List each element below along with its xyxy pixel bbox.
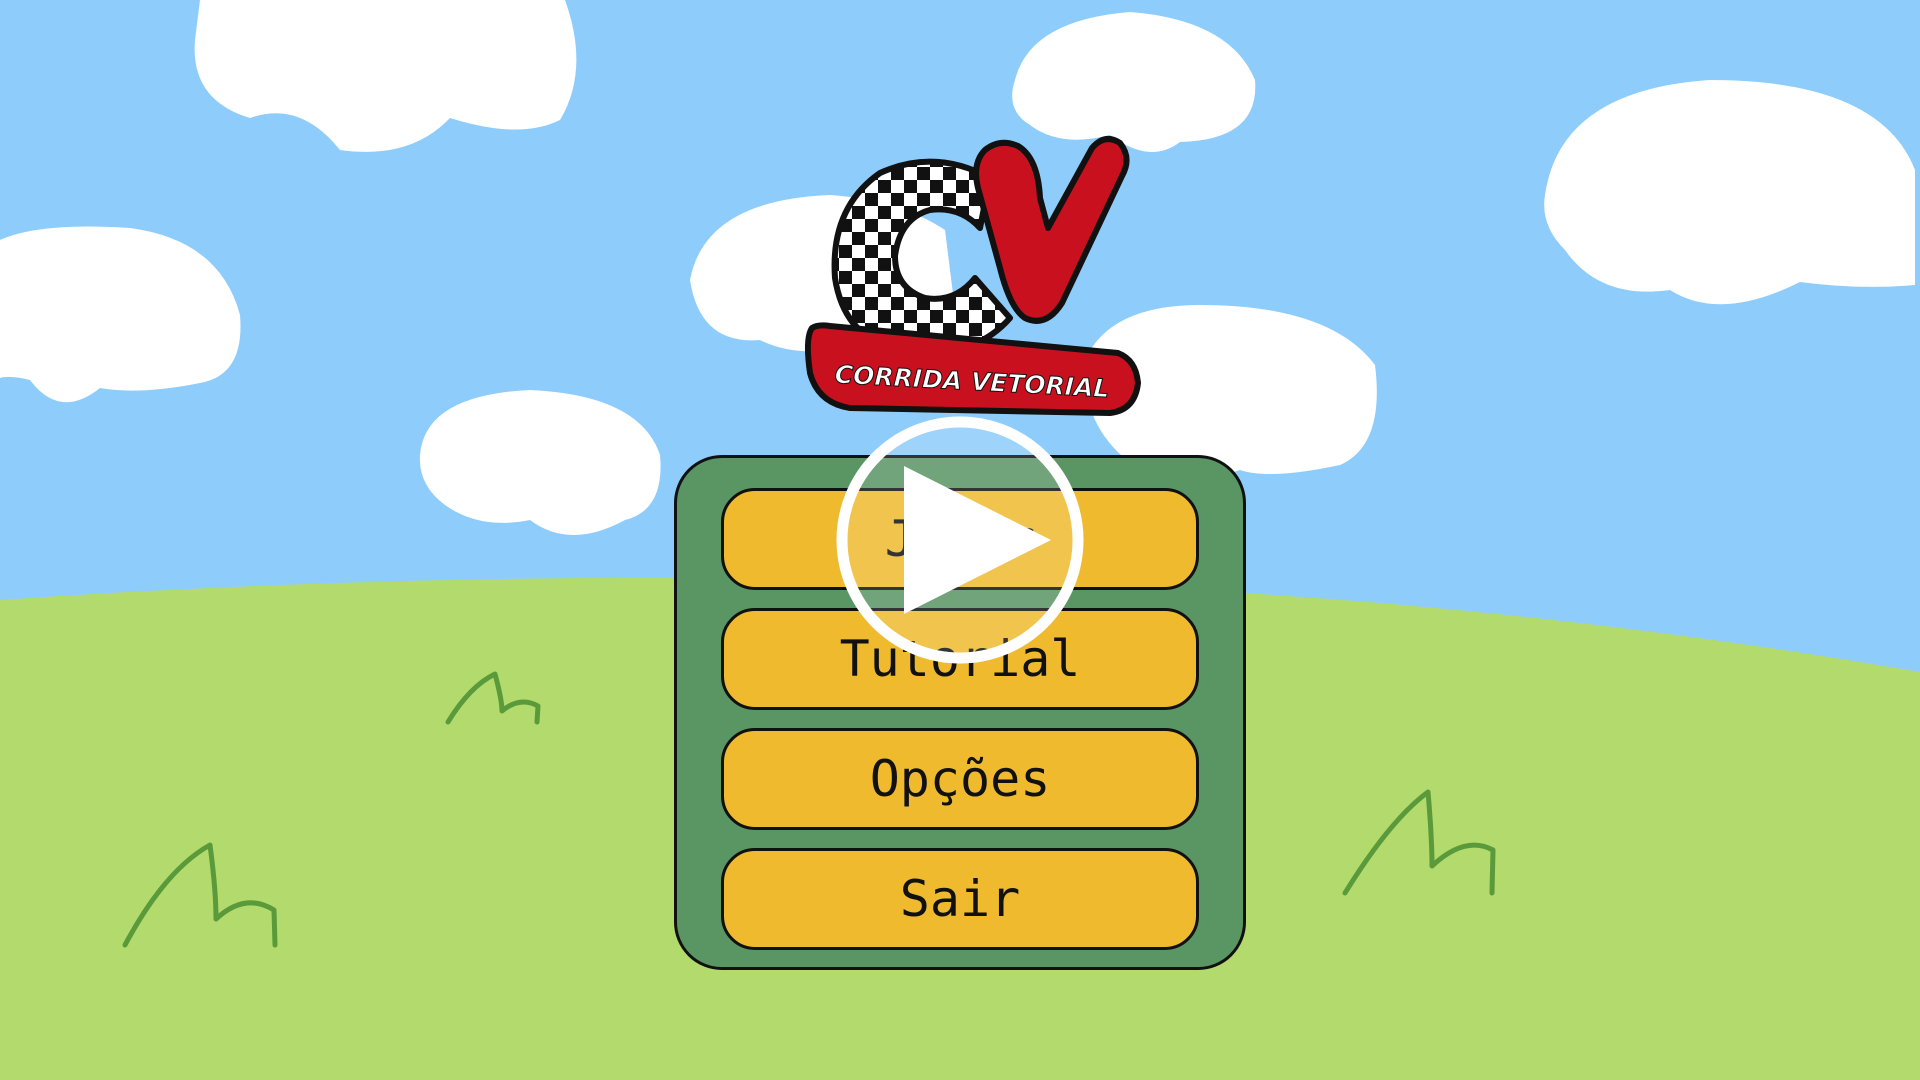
logo-letter-v — [973, 136, 1130, 324]
exit-button[interactable]: Sair — [721, 848, 1199, 950]
game-screen: CORRIDA VETORIAL Jogar Tutorial Opções S… — [0, 0, 1920, 1080]
play-icon[interactable] — [836, 416, 1084, 664]
video-play-overlay[interactable] — [834, 414, 1086, 666]
checkered-flag-cv-logo: CORRIDA VETORIAL — [804, 136, 1141, 416]
options-button[interactable]: Opções — [721, 728, 1199, 830]
game-logo: CORRIDA VETORIAL — [804, 136, 1141, 416]
cloud-right — [1544, 80, 1915, 305]
